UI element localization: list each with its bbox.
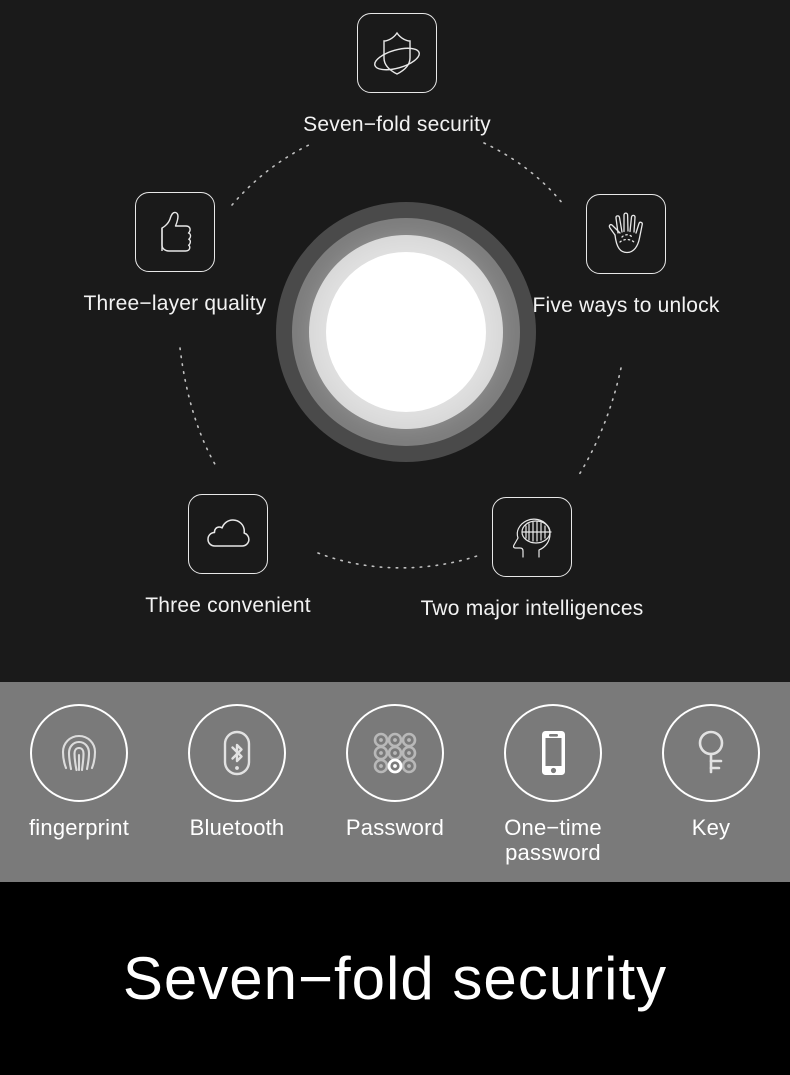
- unlock-method-label: fingerprint: [28, 815, 130, 840]
- key-icon: [662, 704, 760, 802]
- arc-right-bottomright: [576, 367, 622, 479]
- disc-core: [326, 252, 486, 412]
- unlock-method-fingerprint[interactable]: fingerprint: [9, 704, 149, 841]
- glowing-lock-disc: [276, 202, 536, 462]
- feature-three-layer-quality[interactable]: Three−layer quality: [84, 192, 266, 315]
- footer-section: Seven−fold security: [0, 882, 790, 1075]
- cloud-icon: [188, 494, 268, 574]
- feature-label: Two major intelligences: [420, 597, 644, 620]
- feature-seven-fold-security[interactable]: Seven−fold security: [303, 13, 491, 136]
- feature-two-major-intelligences[interactable]: Two major intelligences: [421, 497, 643, 620]
- unlock-method-bluetooth[interactable]: Bluetooth: [167, 704, 307, 841]
- infographic-page: Seven−fold security Three−layer quality: [0, 0, 790, 1075]
- shield-orbit-icon: [357, 13, 437, 93]
- unlock-method-key[interactable]: Key: [641, 704, 781, 841]
- feature-label: Three convenient: [145, 594, 311, 617]
- page-title: Seven−fold security: [122, 945, 668, 1012]
- hero-section: Seven−fold security Three−layer quality: [0, 0, 790, 682]
- fingerprint-icon: [30, 704, 128, 802]
- feature-label: Five ways to unlock: [532, 294, 720, 317]
- brain-head-icon: [492, 497, 572, 577]
- unlock-methods-strip: fingerprint Bluetooth Password One−time …: [0, 682, 790, 882]
- thumbs-up-icon: [135, 192, 215, 272]
- unlock-method-password[interactable]: Password: [325, 704, 465, 841]
- feature-three-convenient[interactable]: Three convenient: [145, 494, 311, 617]
- feature-label: Seven−fold security: [303, 113, 491, 136]
- bluetooth-icon: [188, 704, 286, 802]
- arc-bottomleft-left: [179, 347, 217, 467]
- unlock-method-label: Key: [691, 815, 731, 840]
- smartphone-icon: [504, 704, 602, 802]
- unlock-method-label: Password: [345, 815, 445, 840]
- unlock-method-label: Bluetooth: [189, 815, 285, 840]
- arc-bottomleft-bottomright: [317, 552, 481, 569]
- arc-top-right: [483, 142, 564, 205]
- unlock-method-label: One−time password: [504, 815, 602, 865]
- feature-five-ways-to-unlock[interactable]: Five ways to unlock: [532, 194, 719, 317]
- arc-left-top: [231, 142, 314, 206]
- unlock-method-one-time-password[interactable]: One−time password: [483, 704, 623, 865]
- feature-label: Three−layer quality: [83, 292, 267, 315]
- keypad-icon: [346, 704, 444, 802]
- open-hand-icon: [586, 194, 666, 274]
